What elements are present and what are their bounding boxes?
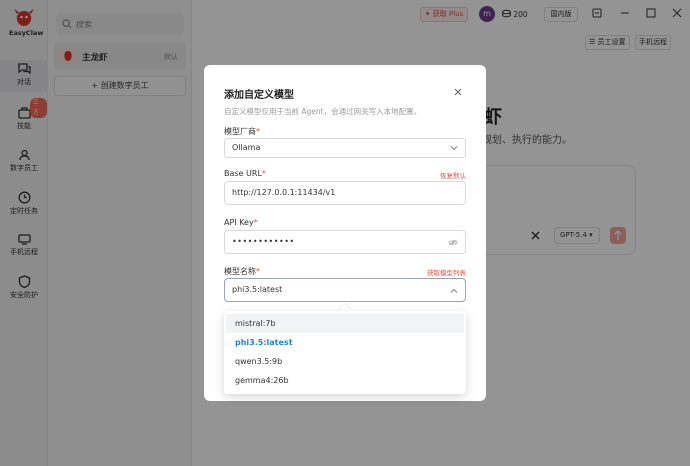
vendor-label-text: 模型厂商 [224,127,256,136]
model-option[interactable]: gemma4:26b [226,371,464,390]
base-url-label: Base URL* [224,169,266,178]
api-key-input[interactable]: •••••••••••• [224,230,466,254]
required-mark: * [256,127,260,136]
fetch-model-list-link[interactable]: 获取模型列表 [427,267,466,277]
model-name-label: 模型名称* [224,266,260,277]
chevron-down-icon [450,146,458,151]
model-option-selected[interactable]: phi3.5:latest [226,333,464,352]
required-mark: * [253,218,258,227]
model-option[interactable]: mistral:7b [226,314,464,333]
vendor-value: Ollama [232,143,261,152]
vendor-label: 模型厂商* [224,126,260,137]
api-key-label: API Key* [224,218,258,227]
required-mark: * [261,169,266,178]
model-name-select[interactable]: phi3.5:latest [224,278,466,302]
close-icon[interactable] [454,88,462,96]
chevron-up-icon [450,288,458,293]
required-mark: * [256,267,260,276]
model-option[interactable]: qwen3.5:9b [226,352,464,371]
dialog-title: 添加自定义模型 [224,90,294,101]
model-name-value: phi3.5:latest [232,285,283,294]
model-dropdown: mistral:7b phi3.5:latest qwen3.5:9b gemm… [224,311,466,394]
base-url-input[interactable]: http://127.0.0.1:11434/v1 [224,181,466,205]
base-url-label-text: Base URL [224,169,262,178]
dialog-description: 自定义模型仅用于当前 Agent，会通过网关写入本地配置。 [224,107,422,116]
model-name-label-text: 模型名称 [224,267,256,276]
eye-off-icon[interactable] [448,239,458,246]
vendor-select[interactable]: Ollama [224,138,466,158]
base-url-value: http://127.0.0.1:11434/v1 [232,188,336,197]
api-key-value: •••••••••••• [232,237,295,246]
api-key-label-text: API Key [224,218,254,227]
restore-default-link[interactable]: 恢复默认 [440,170,466,180]
